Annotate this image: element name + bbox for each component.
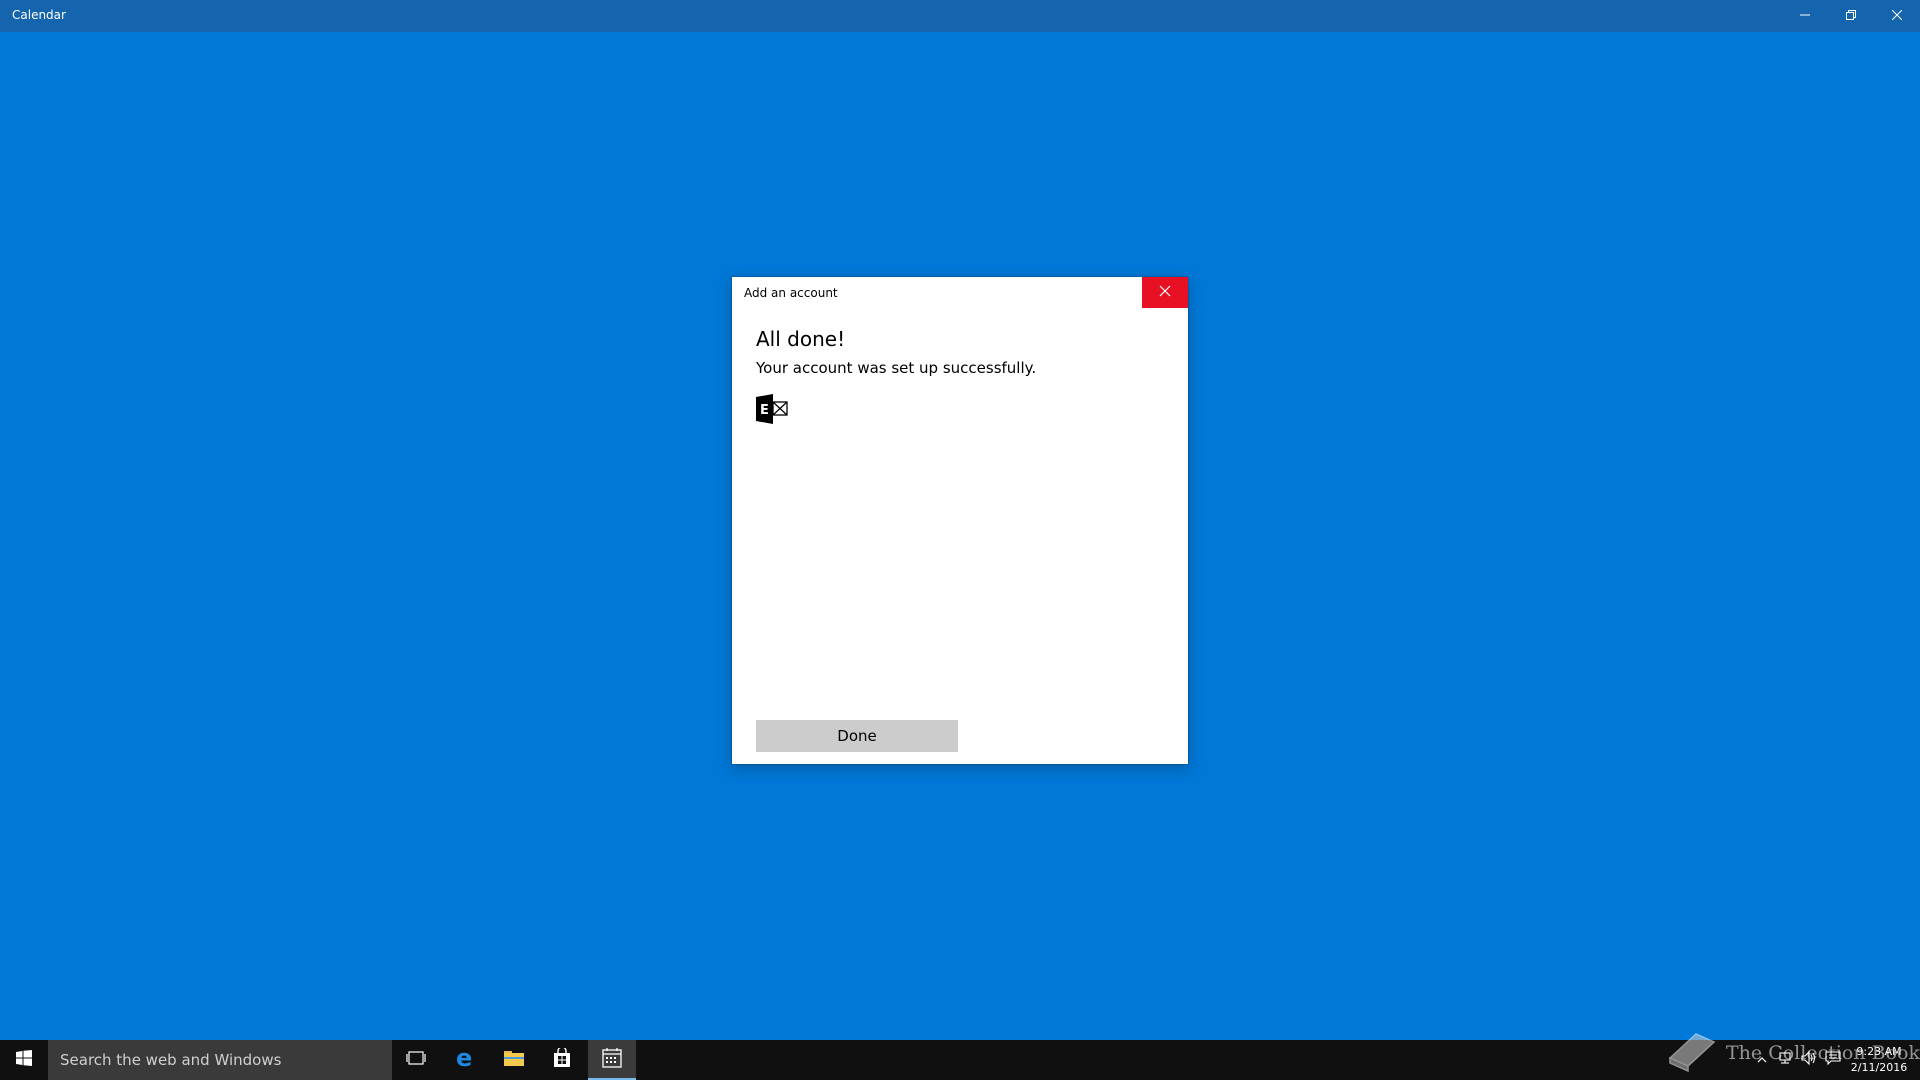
action-center-icon [1825,1050,1841,1070]
search-box[interactable]: Search the web and Windows [48,1040,392,1080]
edge-icon: e [455,1044,477,1074]
calendar-button[interactable] [588,1040,636,1080]
network-icon [1778,1051,1792,1070]
show-hidden-icons-button[interactable] [1752,1040,1772,1080]
volume-icon [1801,1050,1817,1070]
success-message: Your account was set up successfully. [756,359,1037,377]
task-view-icon [406,1050,426,1071]
minimize-icon [1800,7,1810,25]
start-button[interactable] [0,1040,48,1080]
taskbar: Search the web and Windows e 9:23 AM 2/1… [0,1040,1920,1080]
add-account-dialog: Add an account All done! Your account wa… [732,277,1188,764]
chevron-up-icon [1757,1051,1767,1069]
svg-text:E: E [760,403,769,418]
store-icon [552,1045,572,1073]
volume-button[interactable] [1798,1040,1820,1080]
minimize-button[interactable] [1782,0,1828,32]
clock-time: 9:23 AM [1856,1045,1902,1058]
window-title: Calendar [12,8,66,22]
edge-button[interactable]: e [442,1040,490,1080]
dialog-title: Add an account [744,286,838,300]
taskbar-clock[interactable]: 9:23 AM 2/11/2016 [1846,1044,1912,1076]
exchange-icon: E [756,394,790,424]
task-view-button[interactable] [392,1040,440,1080]
restore-button[interactable] [1828,0,1874,32]
windows-logo-icon [16,1049,32,1071]
clock-date: 2/11/2016 [1850,1061,1908,1074]
action-center-button[interactable] [1822,1040,1844,1080]
store-button[interactable] [538,1040,586,1080]
folder-icon [503,1049,525,1072]
title-bar[interactable]: Calendar [0,0,1920,32]
close-icon [1891,7,1903,25]
calendar-icon [601,1047,623,1074]
window-close-button[interactable] [1874,0,1920,32]
dialog-close-button[interactable] [1142,277,1188,308]
done-button[interactable]: Done [756,720,958,752]
calendar-app-window: Calendar Add an account All done! Your a… [0,0,1920,1080]
network-button[interactable] [1774,1040,1796,1080]
dialog-heading: All done! [756,327,846,351]
file-explorer-button[interactable] [490,1040,538,1080]
close-icon [1159,284,1171,302]
restore-icon [1846,7,1856,25]
svg-text:e: e [456,1047,472,1069]
search-placeholder: Search the web and Windows [60,1051,282,1069]
